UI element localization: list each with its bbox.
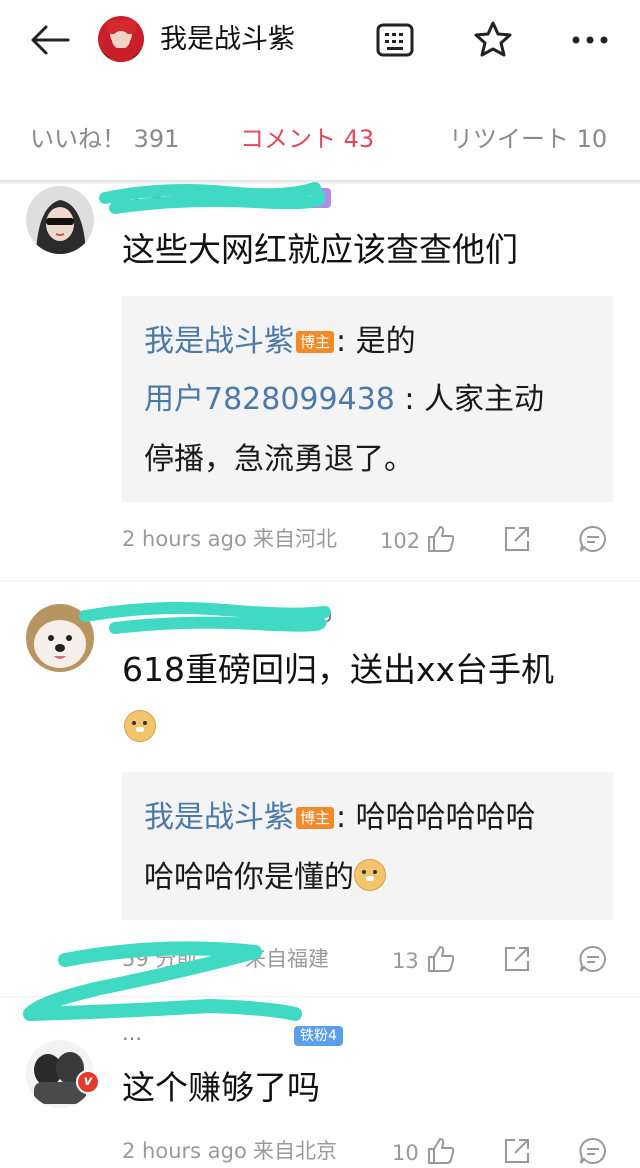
- reply-item[interactable]: 用户7828099438 : 人家主动: [144, 378, 544, 422]
- fan-badge: 铁粉4: [294, 1026, 343, 1046]
- reply-box: 我是战斗紫 博主: 哈哈哈哈哈哈 哈哈哈你是懂的: [122, 772, 613, 920]
- author-avatar[interactable]: [98, 16, 144, 62]
- star-icon[interactable]: [473, 20, 513, 60]
- like-count: 102: [380, 529, 421, 553]
- redaction-scribble: [23, 941, 302, 1021]
- page-title[interactable]: 我是战斗紫: [160, 22, 295, 58]
- redaction-scribble: [79, 602, 331, 634]
- reply-author[interactable]: 我是战斗紫: [144, 800, 294, 835]
- reply-box: 我是战斗紫 博主: 是的 用户7828099438 : 人家主动 停播，急流勇退了…: [122, 296, 613, 502]
- comment-divider: [0, 580, 640, 581]
- reply-author[interactable]: 用户7828099438: [144, 382, 395, 417]
- share-icon[interactable]: [502, 944, 532, 974]
- top-bar: 我是战斗紫: [0, 0, 640, 82]
- comment-text: 618重磅回归，送出xx台手机: [122, 650, 555, 689]
- redaction-scribble: [99, 182, 325, 214]
- commenter-name[interactable]: …: [122, 1018, 142, 1048]
- reply-text: : 人家主动: [394, 382, 545, 417]
- thumbs-up-icon[interactable]: [426, 944, 456, 974]
- comment-bubble-icon[interactable]: [578, 524, 608, 554]
- share-icon[interactable]: [502, 524, 532, 554]
- comment-location: 来自北京: [253, 1139, 337, 1163]
- comment-text: 这些大网红就应该查查他们: [122, 230, 518, 269]
- doge-emoji: [124, 710, 156, 742]
- reply-text: : 是的: [336, 324, 416, 359]
- comment-bubble-icon[interactable]: [578, 1136, 608, 1166]
- comment-text: 这个赚够了吗: [122, 1068, 320, 1107]
- author-badge: 博主: [296, 807, 335, 829]
- doge-emoji-icon: [354, 859, 386, 891]
- more-icon[interactable]: [570, 20, 610, 60]
- author-badge: 博主: [296, 331, 335, 353]
- share-icon[interactable]: [502, 1136, 532, 1166]
- reply-text-cont: 停播，急流勇退了。: [144, 442, 414, 477]
- like-count: 10: [392, 1141, 419, 1165]
- reply-text: : 哈哈哈哈哈哈: [336, 800, 536, 835]
- back-arrow-icon[interactable]: [28, 22, 72, 58]
- comment-avatar[interactable]: [26, 186, 94, 254]
- keyboard-icon[interactable]: [375, 20, 415, 60]
- comment-time: 2 hours ago: [122, 527, 247, 551]
- tab-likes[interactable]: いいね！ 391: [30, 122, 179, 156]
- comment-time: 2 hours ago: [122, 1139, 247, 1163]
- like-count: 13: [392, 949, 419, 973]
- reply-item[interactable]: 我是战斗紫 博主: 哈哈哈哈哈哈: [144, 796, 536, 840]
- reply-item[interactable]: 我是战斗紫 博主: 是的: [144, 320, 416, 364]
- tab-bar: いいね！ 391 コメント 43 リツイート 10: [0, 100, 640, 180]
- verified-badge-icon: v: [76, 1070, 100, 1094]
- reply-text-cont: 哈哈哈你是懂的: [144, 856, 386, 900]
- comment-bubble-icon[interactable]: [578, 944, 608, 974]
- tab-comments[interactable]: コメント 43: [240, 122, 374, 156]
- comment-location: 来自河北: [253, 527, 337, 551]
- reply-author[interactable]: 我是战斗紫: [144, 324, 294, 359]
- tab-retweets[interactable]: リツイート 10: [449, 122, 607, 156]
- thumbs-up-icon[interactable]: [426, 524, 456, 554]
- thumbs-up-icon[interactable]: [426, 1136, 456, 1166]
